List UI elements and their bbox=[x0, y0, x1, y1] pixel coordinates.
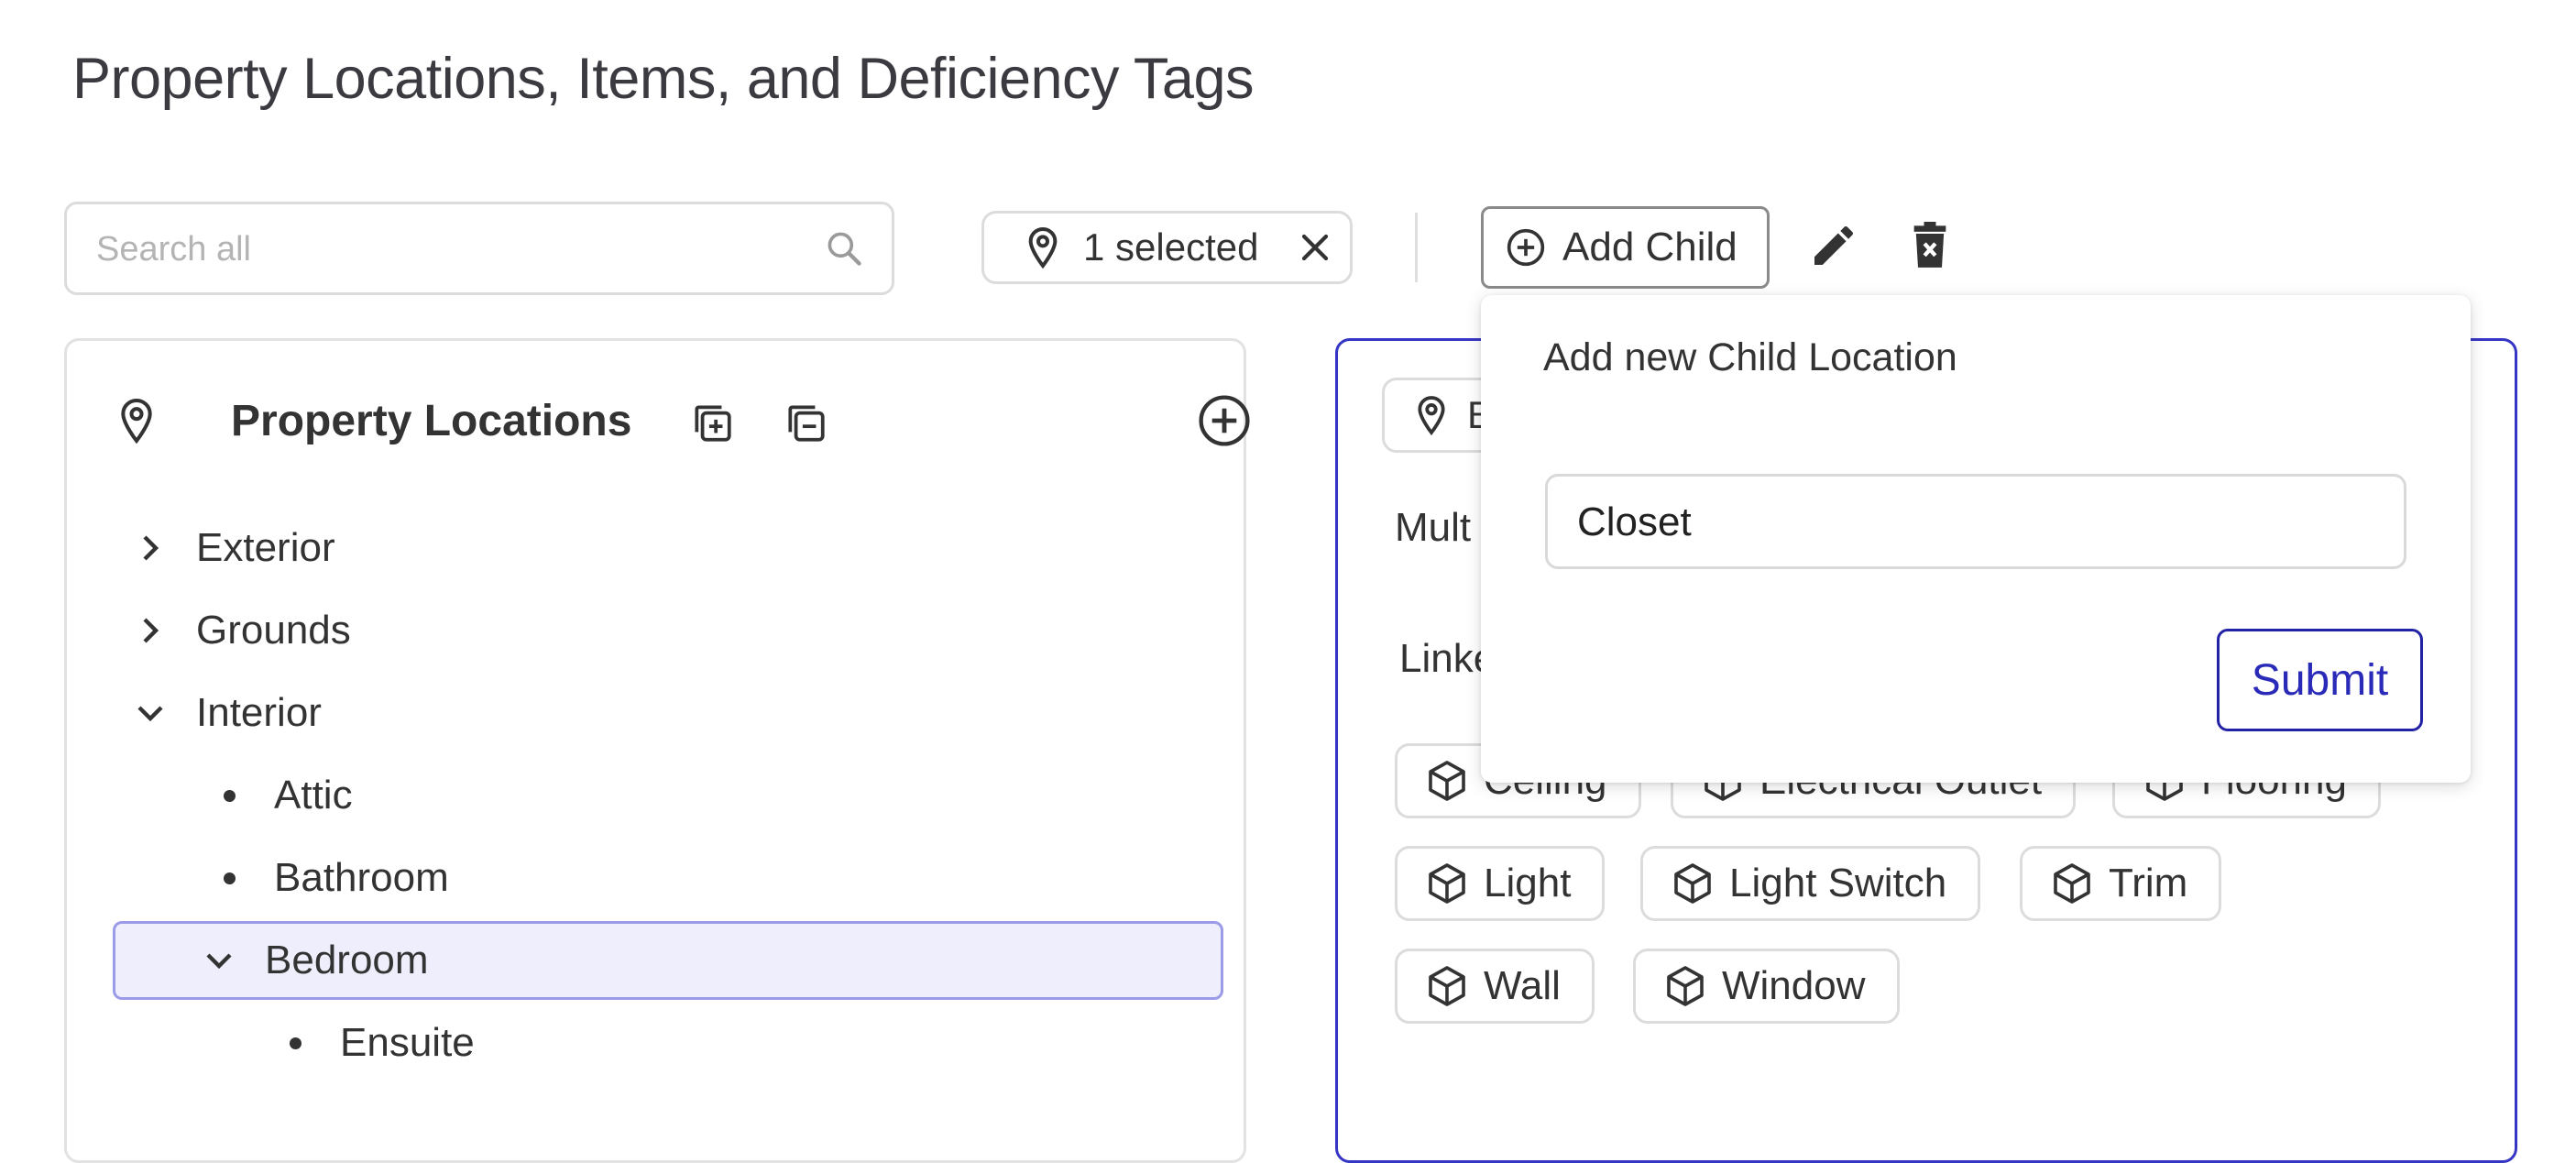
chevron-right-icon[interactable] bbox=[132, 533, 169, 563]
bullet-icon bbox=[224, 789, 236, 802]
selection-chip: 1 selected bbox=[981, 211, 1353, 284]
plus-circle-icon bbox=[1506, 227, 1546, 268]
tree-item-grounds[interactable]: Grounds bbox=[132, 591, 351, 670]
tree-item-attic[interactable]: Attic bbox=[211, 756, 353, 835]
item-chip-window[interactable]: Window bbox=[1633, 949, 1900, 1024]
add-child-button[interactable]: Add Child bbox=[1481, 206, 1770, 289]
item-label: Wall bbox=[1484, 963, 1561, 1008]
cube-icon bbox=[1425, 861, 1469, 905]
tree-item-ensuite[interactable]: Ensuite bbox=[277, 1004, 475, 1082]
cube-icon bbox=[1425, 964, 1469, 1008]
property-locations-panel: Property Locations Exterior Grounds Inte… bbox=[64, 338, 1250, 1163]
tree-item-bathroom[interactable]: Bathroom bbox=[211, 839, 449, 917]
chevron-down-icon[interactable] bbox=[132, 702, 169, 724]
add-child-label: Add Child bbox=[1562, 225, 1737, 269]
multi-label: Mult bbox=[1395, 505, 1472, 550]
collapse-all-icon[interactable] bbox=[783, 400, 828, 445]
submit-button[interactable]: Submit bbox=[2217, 629, 2423, 731]
add-child-popover: Add new Child Location Submit bbox=[1481, 295, 2471, 783]
tree-item-interior[interactable]: Interior bbox=[132, 674, 322, 752]
panel-title: Property Locations bbox=[231, 397, 632, 445]
delete-button[interactable] bbox=[1910, 222, 1950, 269]
map-pin-icon bbox=[1414, 394, 1449, 436]
item-chip-trim[interactable]: Trim bbox=[2020, 846, 2222, 921]
item-chip-light-switch[interactable]: Light Switch bbox=[1640, 846, 1981, 921]
tree-item-label: Ensuite bbox=[340, 1020, 475, 1065]
add-location-icon[interactable] bbox=[1198, 394, 1251, 447]
cube-icon bbox=[1663, 964, 1707, 1008]
selection-count: 1 selected bbox=[1083, 225, 1259, 269]
trash-icon bbox=[1910, 222, 1950, 269]
bullet-icon bbox=[224, 872, 236, 884]
search-input[interactable] bbox=[94, 221, 828, 278]
pencil-icon bbox=[1808, 220, 1859, 271]
chevron-down-icon[interactable] bbox=[201, 949, 237, 971]
tree-item-label: Attic bbox=[274, 773, 353, 817]
search-box[interactable] bbox=[64, 202, 894, 295]
cube-icon bbox=[1671, 861, 1715, 905]
expand-all-icon[interactable] bbox=[689, 400, 735, 445]
edit-button[interactable] bbox=[1808, 220, 1859, 271]
item-label: Trim bbox=[2109, 861, 2188, 905]
item-chip-wall[interactable]: Wall bbox=[1395, 949, 1595, 1024]
item-label: Window bbox=[1722, 963, 1866, 1008]
tree-item-label: Bedroom bbox=[265, 938, 429, 982]
map-pin-icon bbox=[116, 396, 157, 445]
tree-item-exterior[interactable]: Exterior bbox=[132, 509, 335, 587]
popover-heading: Add new Child Location bbox=[1543, 335, 1957, 379]
chevron-right-icon[interactable] bbox=[132, 616, 169, 645]
page-title: Property Locations, Items, and Deficienc… bbox=[72, 47, 1255, 111]
toolbar-divider bbox=[1415, 213, 1418, 282]
tree-item-label: Exterior bbox=[196, 525, 335, 570]
search-icon[interactable] bbox=[824, 228, 864, 269]
map-pin-icon bbox=[1025, 225, 1061, 269]
bullet-icon bbox=[290, 1037, 301, 1049]
locations-header: Property Locations bbox=[116, 389, 1250, 453]
tree-item-label: Bathroom bbox=[274, 855, 449, 900]
cube-icon bbox=[1425, 759, 1469, 803]
tree-item-bedroom[interactable]: Bedroom bbox=[113, 921, 1223, 1000]
item-label: Light Switch bbox=[1729, 861, 1947, 905]
tree-item-label: Interior bbox=[196, 690, 322, 735]
child-name-input[interactable] bbox=[1575, 495, 2363, 550]
clear-selection-icon[interactable] bbox=[1299, 231, 1332, 264]
tree-item-label: Grounds bbox=[196, 608, 351, 653]
item-chip-light[interactable]: Light bbox=[1395, 846, 1606, 921]
child-name-field[interactable] bbox=[1545, 474, 2406, 569]
cube-icon bbox=[2050, 861, 2094, 905]
item-label: Light bbox=[1484, 861, 1572, 905]
